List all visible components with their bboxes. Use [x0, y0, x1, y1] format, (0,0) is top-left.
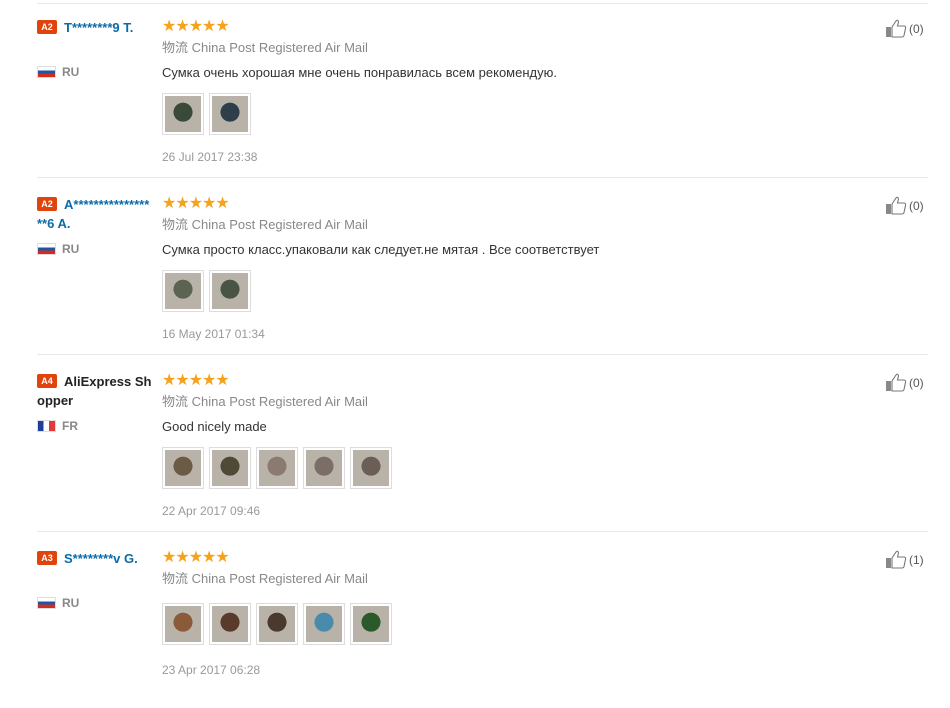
- thumbs-up-icon: [886, 196, 907, 215]
- review-photo-thumbnail[interactable]: [162, 447, 204, 489]
- buyer-level-badge: A4: [37, 374, 57, 388]
- shipping-method: 物流 China Post Registered Air Mail: [162, 40, 368, 55]
- review-photo-thumbnail[interactable]: [256, 603, 298, 645]
- photo-image: [165, 96, 201, 132]
- review-photo-thumbnail[interactable]: [209, 447, 251, 489]
- country-code: FR: [62, 419, 78, 433]
- review-photos: [162, 93, 251, 135]
- review-date: 26 Jul 2017 23:38: [162, 150, 258, 164]
- country-flag-icon: [37, 65, 56, 78]
- helpful-count: (0): [909, 21, 924, 36]
- photo-image: [259, 606, 295, 642]
- photo-image: [212, 96, 248, 132]
- reviewer-country: RU: [37, 596, 79, 610]
- reviewer-info: A4 AliExpress Shopper FR: [37, 374, 152, 433]
- review-item: A3 S********v G. RU ★★★★★ 物流 China Post …: [0, 531, 950, 708]
- review-photos: [162, 447, 392, 489]
- review-text: Good nicely made: [162, 419, 267, 434]
- star-rating: ★★★★★: [162, 16, 230, 35]
- review-divider: [37, 354, 928, 355]
- reviewer-country: RU: [37, 65, 79, 79]
- review-photo-thumbnail[interactable]: [162, 270, 204, 312]
- photo-image: [353, 606, 389, 642]
- review-photos: [162, 603, 392, 645]
- review-date: 16 May 2017 01:34: [162, 327, 265, 341]
- review-divider: [37, 531, 928, 532]
- country-flag-icon: [37, 242, 56, 255]
- photo-image: [165, 273, 201, 309]
- country-code: RU: [62, 65, 80, 79]
- review-photo-thumbnail[interactable]: [303, 447, 345, 489]
- reviewer-country: RU: [37, 242, 79, 256]
- reviewer-info: A3 S********v G. RU: [37, 551, 152, 610]
- review-photos: [162, 270, 251, 312]
- photo-image: [165, 450, 201, 486]
- thumbs-up-icon: [886, 550, 907, 569]
- review-photo-thumbnail[interactable]: [303, 603, 345, 645]
- star-rating: ★★★★★: [162, 547, 230, 566]
- photo-image: [212, 450, 248, 486]
- country-code: RU: [62, 596, 80, 610]
- thumbs-up-icon: [886, 19, 907, 38]
- reviewer-info: A2 T********9 T. RU: [37, 20, 152, 79]
- review-photo-thumbnail[interactable]: [209, 603, 251, 645]
- helpful-button[interactable]: (0): [885, 373, 924, 392]
- shipping-method: 物流 China Post Registered Air Mail: [162, 571, 368, 586]
- helpful-count: (0): [909, 375, 924, 390]
- photo-image: [212, 606, 248, 642]
- photo-image: [259, 450, 295, 486]
- star-rating: ★★★★★: [162, 370, 230, 389]
- helpful-count: (1): [909, 552, 924, 567]
- review-text: Сумка просто класс.упаковали как следует…: [162, 242, 600, 257]
- shipping-method: 物流 China Post Registered Air Mail: [162, 217, 368, 232]
- reviewer-country: FR: [37, 419, 78, 433]
- review-item: A2 A*****************6 A. RU ★★★★★ 物流 Ch…: [0, 177, 950, 354]
- helpful-button[interactable]: (0): [885, 19, 924, 38]
- shipping-method: 物流 China Post Registered Air Mail: [162, 394, 368, 409]
- review-photo-thumbnail[interactable]: [209, 270, 251, 312]
- review-date: 23 Apr 2017 06:28: [162, 663, 261, 677]
- country-flag-icon: [37, 596, 56, 609]
- photo-image: [306, 606, 342, 642]
- photo-image: [306, 450, 342, 486]
- review-date: 22 Apr 2017 09:46: [162, 504, 261, 518]
- buyer-level-badge: A3: [37, 551, 57, 565]
- review-photo-thumbnail[interactable]: [162, 93, 204, 135]
- photo-image: [353, 450, 389, 486]
- review-divider: [37, 177, 928, 178]
- buyer-level-badge: A2: [37, 20, 57, 34]
- review-photo-thumbnail[interactable]: [350, 603, 392, 645]
- reviewer-info: A2 A*****************6 A. RU: [37, 197, 152, 256]
- photo-image: [165, 606, 201, 642]
- country-flag-icon: [37, 419, 56, 432]
- review-photo-thumbnail[interactable]: [162, 603, 204, 645]
- helpful-button[interactable]: (1): [885, 550, 924, 569]
- review-item: A4 AliExpress Shopper FR ★★★★★ 物流 China …: [0, 354, 950, 531]
- review-text: Сумка очень хорошая мне очень понравилас…: [162, 65, 557, 80]
- helpful-count: (0): [909, 198, 924, 213]
- thumbs-up-icon: [886, 373, 907, 392]
- review-item: A2 T********9 T. RU ★★★★★ 物流 China Post …: [0, 0, 950, 177]
- helpful-button[interactable]: (0): [885, 196, 924, 215]
- star-rating: ★★★★★: [162, 193, 230, 212]
- country-code: RU: [62, 242, 80, 256]
- review-photo-thumbnail[interactable]: [256, 447, 298, 489]
- buyer-level-badge: A2: [37, 197, 57, 211]
- review-photo-thumbnail[interactable]: [209, 93, 251, 135]
- photo-image: [212, 273, 248, 309]
- review-divider: [37, 3, 928, 4]
- review-photo-thumbnail[interactable]: [350, 447, 392, 489]
